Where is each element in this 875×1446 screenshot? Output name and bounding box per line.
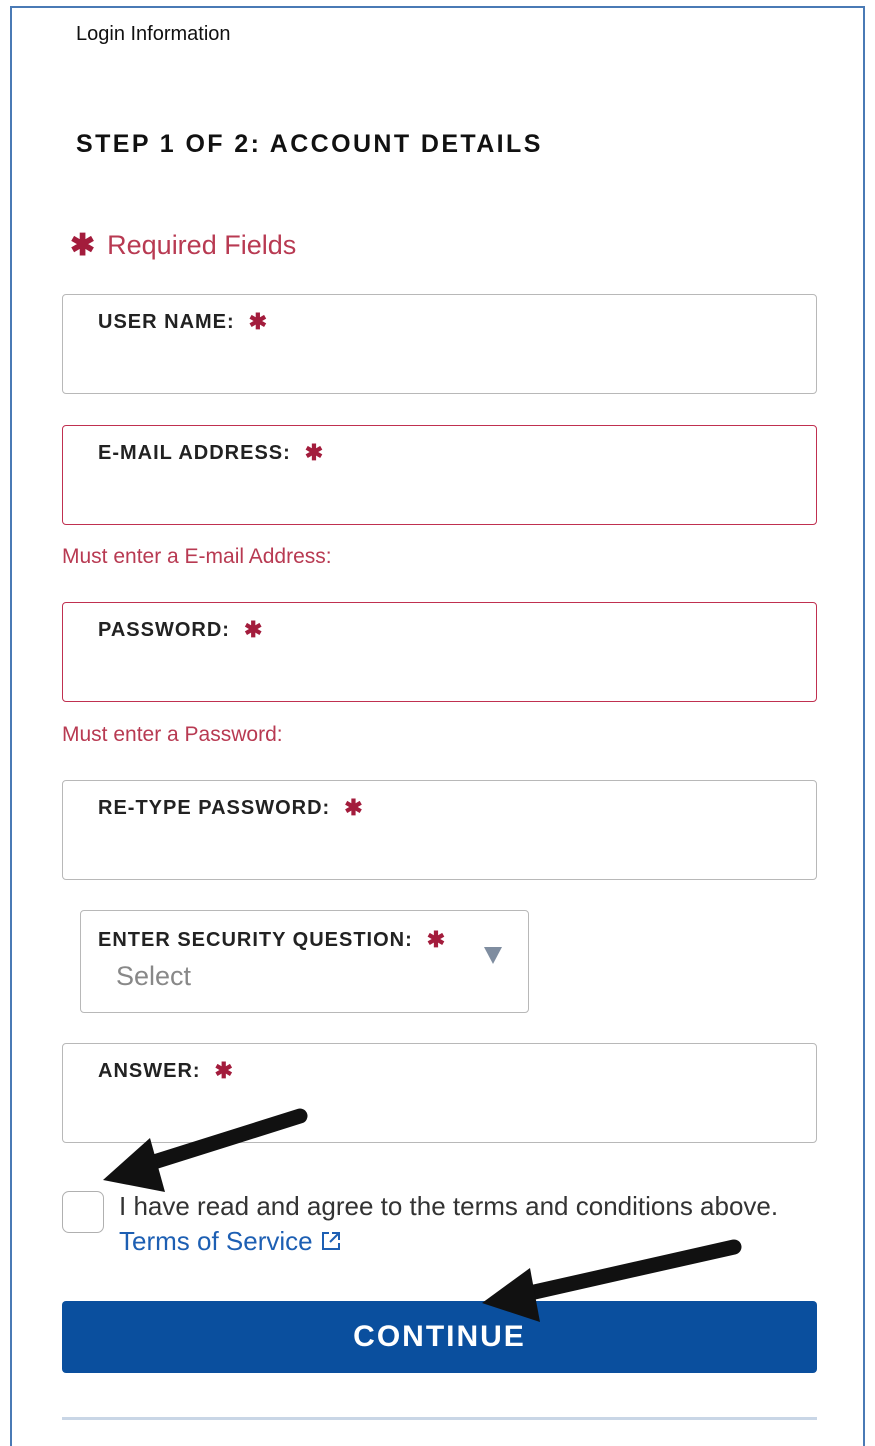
username-field[interactable]: USER NAME: ✱ — [62, 294, 817, 394]
security-question-label-wrap: ENTER SECURITY QUESTION: ✱ — [98, 927, 446, 953]
retype-password-input[interactable] — [97, 829, 796, 869]
asterisk-icon: ✱ — [426, 927, 447, 952]
security-question-value: Select — [116, 961, 192, 991]
asterisk-icon: ✱ — [304, 440, 325, 465]
terms-text: I have read and agree to the terms and c… — [119, 1191, 779, 1221]
terms-statement: I have read and agree to the terms and c… — [119, 1189, 799, 1260]
section-label: Login Information — [76, 23, 231, 45]
answer-label: ANSWER: — [98, 1059, 201, 1082]
required-fields-text: Required Fields — [107, 230, 297, 260]
security-question-select[interactable]: ENTER SECURITY QUESTION: ✱ Select — [80, 910, 529, 1013]
email-field[interactable]: E-MAIL ADDRESS: ✱ — [62, 425, 817, 525]
retype-password-label: RE-TYPE PASSWORD: — [98, 796, 331, 819]
email-input[interactable] — [97, 474, 796, 514]
asterisk-icon: ✱ — [344, 795, 364, 820]
password-label-wrap: PASSWORD: ✱ — [98, 617, 263, 643]
email-label: E-MAIL ADDRESS: — [98, 441, 291, 464]
answer-field[interactable]: ANSWER: ✱ — [62, 1043, 817, 1143]
asterisk-icon: ✱ — [248, 309, 269, 334]
username-label-wrap: USER NAME: ✱ — [98, 309, 268, 335]
password-input[interactable] — [97, 651, 796, 691]
caret-down-icon[interactable] — [484, 947, 502, 964]
email-error: Must enter a E-mail Address: — [62, 545, 332, 568]
terms-link-label: Terms of Service — [119, 1226, 313, 1256]
answer-label-wrap: ANSWER: ✱ — [98, 1058, 234, 1084]
step-title: STEP 1 OF 2: ACCOUNT DETAILS — [76, 130, 543, 158]
username-label: USER NAME: — [98, 310, 235, 333]
password-error: Must enter a Password: — [62, 723, 283, 746]
terms-of-service-link[interactable]: Terms of Service — [119, 1226, 341, 1256]
asterisk-icon: ✱ — [243, 617, 264, 642]
password-field[interactable]: PASSWORD: ✱ — [62, 602, 817, 702]
required-fields-note: ✱ Required Fields — [70, 228, 296, 263]
retype-password-label-wrap: RE-TYPE PASSWORD: ✱ — [98, 795, 364, 821]
divider — [62, 1417, 817, 1420]
security-question-label: ENTER SECURITY QUESTION: — [98, 928, 413, 951]
terms-checkbox[interactable] — [62, 1191, 104, 1233]
asterisk-icon: ✱ — [70, 229, 96, 262]
password-label: PASSWORD: — [98, 618, 230, 641]
retype-password-field[interactable]: RE-TYPE PASSWORD: ✱ — [62, 780, 817, 880]
continue-button[interactable]: CONTINUE — [62, 1301, 817, 1373]
email-label-wrap: E-MAIL ADDRESS: ✱ — [98, 440, 324, 466]
external-link-icon — [321, 1225, 341, 1260]
answer-input[interactable] — [97, 1092, 796, 1132]
username-input[interactable] — [97, 343, 796, 383]
asterisk-icon: ✱ — [214, 1058, 234, 1083]
